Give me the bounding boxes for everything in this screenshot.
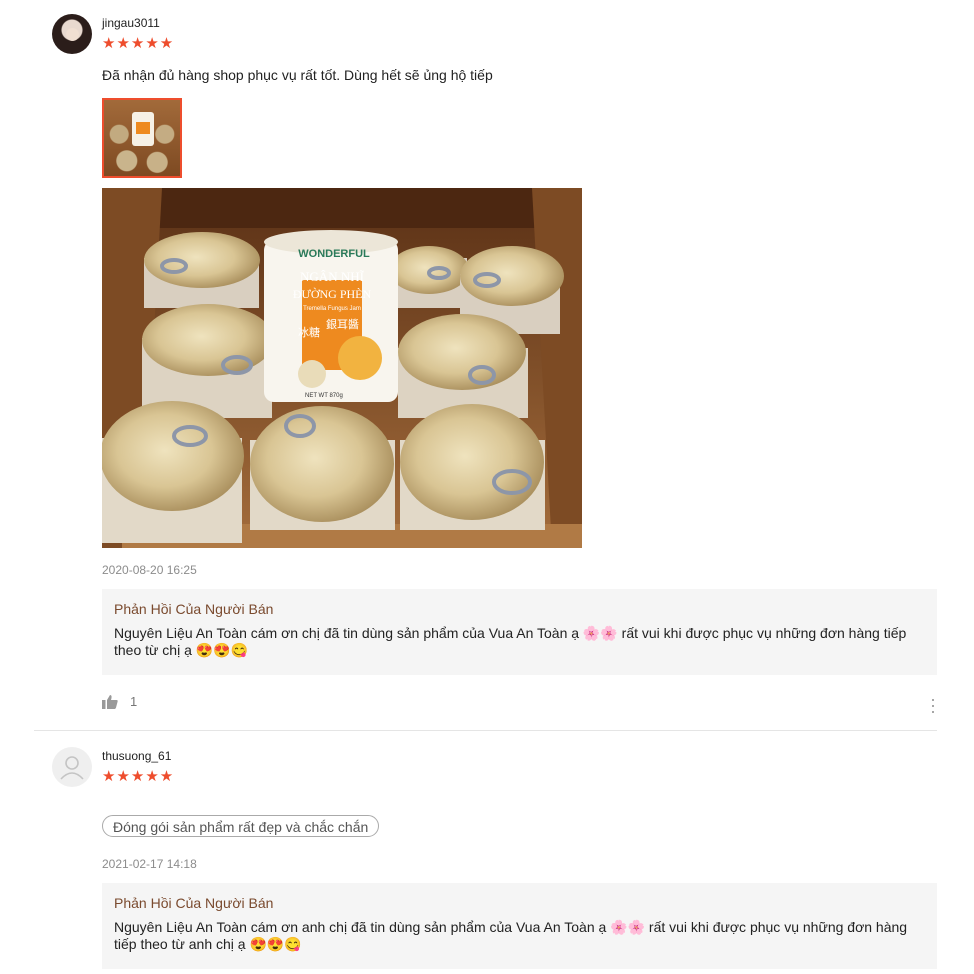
can-mid-right xyxy=(398,314,528,418)
can-mid-left xyxy=(142,304,274,418)
star-rating: ★★★★★ xyxy=(102,35,175,52)
review-timestamp: 2020-08-20 16:25 xyxy=(102,563,197,577)
default-user-icon xyxy=(60,756,84,780)
review-2: thusuong_61 ★★★★★ Đóng gói sản phẩm rất … xyxy=(0,731,974,974)
review-photo[interactable]: WONDERFUL NGÂN NHĨ ĐƯỜNG PHÈN Tremella F… xyxy=(102,188,582,548)
jar-title-2: ĐƯỜNG PHÈN xyxy=(293,287,372,301)
photo-canvas: WONDERFUL NGÂN NHĨ ĐƯỜNG PHÈN Tremella F… xyxy=(102,188,582,548)
jar-net-weight: NET WT 870g xyxy=(305,393,343,399)
photo-thumbnail[interactable] xyxy=(102,98,182,178)
like-row: 1 xyxy=(102,694,137,709)
review-1: jingau3011 ★★★★★ Đã nhận đủ hàng shop ph… xyxy=(0,0,974,730)
seller-reply: Phản Hồi Của Người Bán Nguyên Liệu An To… xyxy=(102,883,937,969)
user-avatar[interactable] xyxy=(52,747,92,787)
can-front-right xyxy=(400,404,545,530)
jar-chinese-1: 冰糖 xyxy=(298,325,320,339)
review-tag: Đóng gói sản phẩm rất đẹp và chắc chắn xyxy=(102,815,380,837)
reply-title: Phản Hồi Của Người Bán xyxy=(114,601,274,617)
user-avatar[interactable] xyxy=(52,14,92,54)
can-back-left xyxy=(144,232,260,308)
reply-title: Phản Hồi Của Người Bán xyxy=(114,895,274,911)
product-jar: WONDERFUL NGÂN NHĨ ĐƯỜNG PHÈN Tremella F… xyxy=(264,230,398,402)
jar-title-1: NGÂN NHĨ xyxy=(300,269,365,284)
username[interactable]: jingau3011 xyxy=(102,16,160,30)
star-rating: ★★★★★ xyxy=(102,768,175,785)
like-count: 1 xyxy=(130,694,138,709)
review-timestamp: 2021-02-17 14:18 xyxy=(102,857,197,871)
can-front-center xyxy=(250,406,395,530)
review-comment: Đã nhận đủ hàng shop phục vụ rất tốt. Dù… xyxy=(102,67,493,83)
jar-brand: WONDERFUL xyxy=(298,248,370,260)
jar-subtitle: Tremella Fungus Jam xyxy=(303,306,361,312)
seller-reply: Phản Hồi Của Người Bán Nguyên Liệu An To… xyxy=(102,589,937,675)
username[interactable]: thusuong_61 xyxy=(102,749,171,763)
reply-text: Nguyên Liệu An Toàn cám ơn anh chị đã ti… xyxy=(114,919,908,952)
thumbs-up-icon[interactable] xyxy=(102,694,118,709)
more-options-icon[interactable]: · · · xyxy=(930,690,936,720)
can-icon xyxy=(132,112,154,146)
jar-chinese-2: 銀耳醬 xyxy=(326,317,359,331)
can-front-left xyxy=(102,401,244,543)
reply-text: Nguyên Liệu An Toàn cám ơn chị đã tin dù… xyxy=(114,625,907,658)
